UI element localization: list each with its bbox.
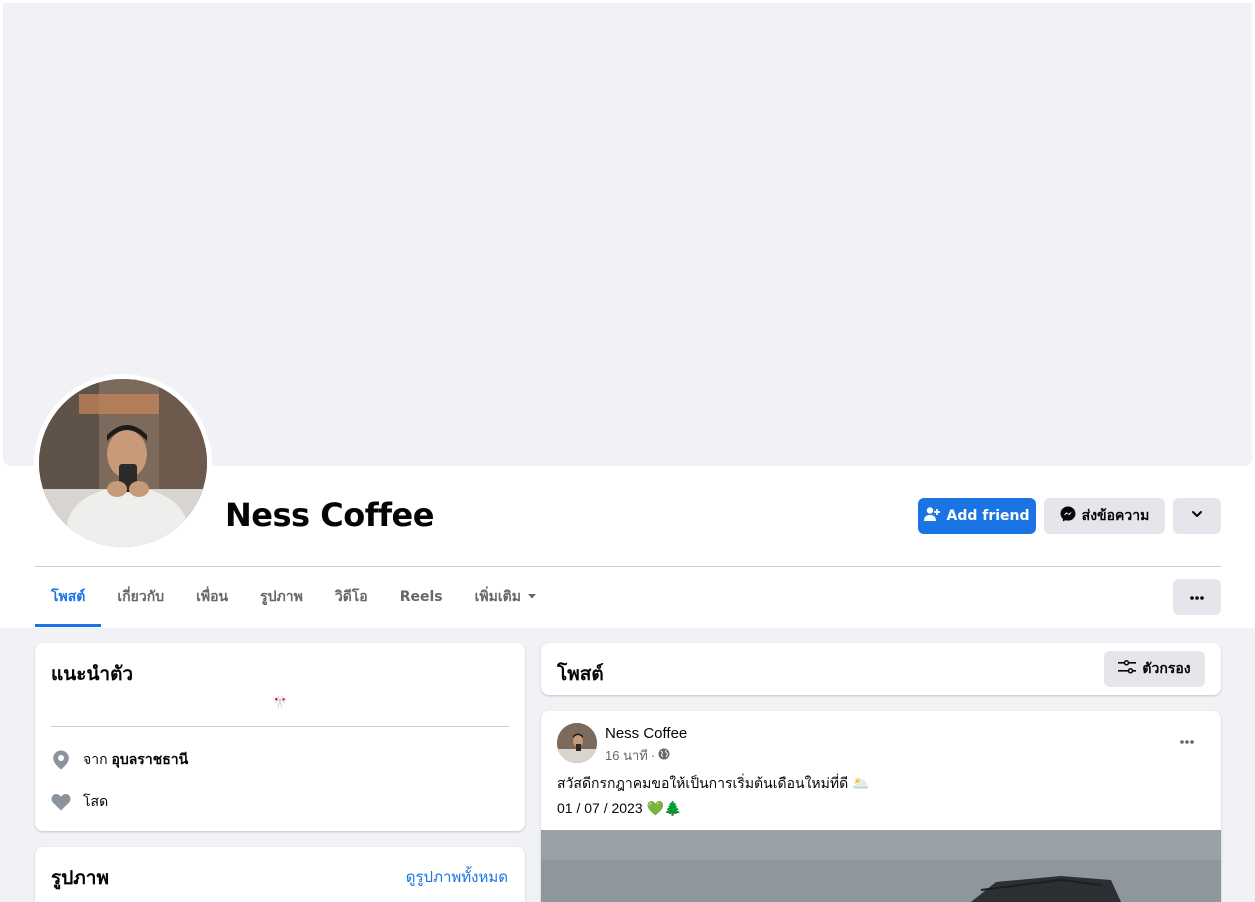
post-time[interactable]: 16 นาที	[605, 745, 648, 766]
from-place: อุบลราชธานี	[111, 751, 189, 767]
heart-icon	[51, 792, 71, 812]
tab-label: เพิ่มเติม	[474, 589, 521, 605]
intro-card: แนะนำตัว 🎌 จาก อุบลราชธานี โสด	[35, 643, 525, 831]
more-options-button[interactable]	[1173, 579, 1221, 615]
tab-videos[interactable]: วิดีโอ	[319, 567, 384, 627]
tab-posts[interactable]: โพสต์	[35, 567, 102, 627]
bio-text: 🎌	[272, 695, 288, 709]
avatar[interactable]	[39, 379, 207, 547]
intro-divider	[51, 726, 509, 727]
post-avatar-photo	[557, 723, 597, 763]
tab-reels[interactable]: Reels	[384, 567, 459, 627]
cover-photo[interactable]	[3, 3, 1252, 466]
post-meta: 16 นาที ·	[605, 745, 670, 766]
tab-label: โพสต์	[51, 589, 86, 605]
photos-title: รูปภาพ	[51, 867, 109, 889]
caret-down-icon	[527, 589, 537, 605]
tab-friends[interactable]: เพื่อน	[180, 567, 244, 627]
more-dots-icon	[1179, 733, 1195, 749]
tab-label: เกี่ยวกับ	[117, 589, 165, 605]
post-date-line: 01 / 07 / 2023 💚🌲	[557, 800, 682, 816]
post-photo-image	[541, 830, 1221, 902]
relationship-text: โสด	[83, 793, 109, 809]
tab-label: เพื่อน	[196, 589, 229, 605]
more-dots-icon	[1189, 589, 1205, 605]
meta-separator: ·	[650, 748, 656, 763]
message-label: ส่งข้อความ	[1081, 508, 1150, 524]
post-options-button[interactable]	[1171, 725, 1203, 757]
tab-photos[interactable]: รูปภาพ	[244, 567, 319, 627]
tab-about[interactable]: เกี่ยวกับ	[101, 567, 180, 627]
posts-title: โพสต์	[557, 663, 604, 685]
add-person-icon	[924, 506, 941, 526]
tab-label: Reels	[399, 589, 443, 605]
filter-icon	[1118, 660, 1137, 678]
location-pin-icon	[51, 750, 71, 770]
profile-name: Ness Coffee	[225, 496, 434, 534]
tab-more[interactable]: เพิ่มเติม	[459, 567, 553, 627]
post-text: สวัสดีกรกฎาคมขอให้เป็นการเริ่มต้นเดือนให…	[557, 775, 870, 791]
filter-label: ตัวกรอง	[1142, 661, 1191, 677]
tab-label: วิดีโอ	[334, 589, 368, 605]
globe-icon	[658, 748, 670, 763]
post-author-avatar[interactable]	[557, 723, 597, 763]
photos-card: รูปภาพ ดูรูปภาพทั้งหมด	[35, 847, 525, 902]
message-button[interactable]: ส่งข้อความ	[1044, 498, 1165, 534]
see-all-photos-link[interactable]: ดูรูปภาพทั้งหมด	[406, 865, 508, 889]
posts-header-card: โพสต์ ตัวกรอง	[541, 643, 1221, 695]
post-photo[interactable]	[541, 830, 1221, 902]
add-friend-label: Add friend	[946, 508, 1030, 524]
tab-label: รูปภาพ	[260, 589, 303, 605]
add-friend-button[interactable]: Add friend	[918, 498, 1036, 534]
intro-title: แนะนำตัว	[51, 663, 134, 685]
profile-tabs: โพสต์ เกี่ยวกับ เพื่อน รูปภาพ วิดีโอ Ree…	[35, 567, 553, 627]
avatar-photo	[39, 379, 207, 547]
post-author-name[interactable]: Ness Coffee	[605, 725, 687, 742]
intro-from-row: จาก อุบลราชธานี	[51, 749, 188, 771]
intro-relationship-row: โสด	[51, 791, 108, 813]
messenger-icon	[1060, 506, 1076, 526]
from-prefix: จาก	[83, 751, 108, 767]
chevron-down-icon	[1190, 507, 1204, 525]
profile-options-button[interactable]	[1173, 498, 1221, 534]
filter-button[interactable]: ตัวกรอง	[1104, 651, 1205, 687]
intro-from-text: จาก อุบลราชธานี	[83, 749, 188, 771]
